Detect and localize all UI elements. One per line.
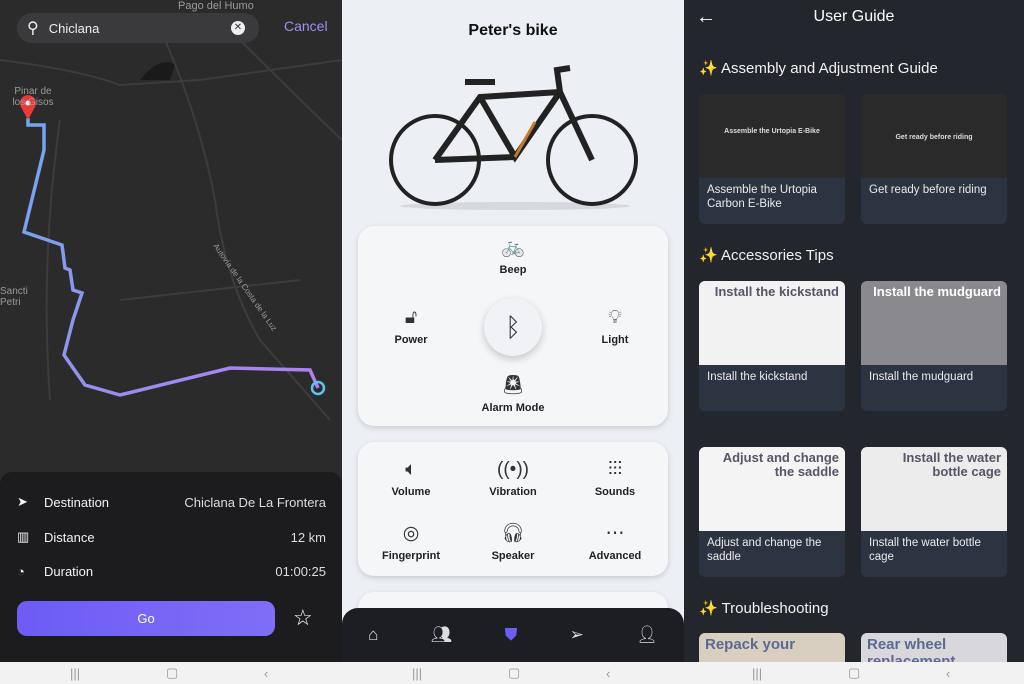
home-icon[interactable]: ⌂: [368, 625, 378, 645]
guide-card[interactable]: Adjust and change the saddle Adjust and c…: [699, 447, 845, 577]
light-button[interactable]: 💡︎ Light: [570, 306, 660, 346]
user-guide-screen: ← User Guide ✨ Assembly and Adjustment G…: [684, 0, 1024, 662]
recents-icon[interactable]: |||: [412, 666, 422, 681]
beep-button[interactable]: 🚲 Beep: [468, 236, 558, 276]
vibration-button[interactable]: ((•)) Vibration: [468, 458, 558, 498]
destination-row: ➤ Destination Chiclana De La Frontera: [17, 494, 326, 510]
recents-icon[interactable]: |||: [70, 666, 80, 681]
home-button-icon[interactable]: ▢: [166, 665, 178, 681]
cancel-button[interactable]: Cancel: [284, 18, 328, 34]
row-value: 12 km: [290, 529, 326, 545]
guide-card[interactable]: Install the mudguard Install the mudguard: [861, 281, 1007, 411]
map-icon: ▥: [17, 529, 30, 544]
guide-card[interactable]: Rear wheel replacement: [861, 633, 1007, 662]
vibration-icon: ((•)): [497, 459, 529, 480]
section-title: ✨ Troubleshooting: [699, 600, 829, 617]
lock-icon: 🔓︎: [404, 307, 418, 328]
navigation-arrow-icon: ➤: [17, 494, 28, 509]
power-label: Power: [394, 334, 428, 346]
row-value: Chiclana De La Frontera: [184, 494, 326, 510]
speaker-button[interactable]: 🎧︎ Speaker: [468, 522, 558, 562]
map-screen: Pago del Humo Pinar de los Gisos Sancti …: [0, 0, 342, 662]
map-label: Sancti Petri: [0, 286, 28, 308]
home-button-icon[interactable]: ▢: [848, 665, 860, 681]
bike-bell-icon: 🚲: [501, 237, 525, 258]
fingerprint-label: Fingerprint: [381, 550, 441, 562]
guide-card[interactable]: Repack your: [699, 633, 845, 662]
system-nav-bar: ||| ▢ ‹ ||| ▢ ‹ ||| ▢ ‹: [0, 662, 1024, 684]
fingerprint-button[interactable]: ◎ Fingerprint: [366, 522, 456, 562]
beep-label: Beep: [499, 264, 527, 276]
sounds-button[interactable]: ⫶⫶⫶ Sounds: [570, 458, 660, 498]
lightbulb-icon: 💡︎: [608, 307, 622, 328]
search-input[interactable]: Chiclana: [49, 21, 100, 36]
main-controls-card: 🚲 Beep 🔓︎ Power ᛒ 💡︎ Light 🚨︎ Alarm Mode: [358, 226, 668, 426]
back-icon[interactable]: ‹: [606, 666, 610, 681]
speaker-icon: 🔈︎: [405, 459, 417, 480]
back-icon[interactable]: ‹: [946, 666, 950, 681]
bike-image: [389, 65, 638, 210]
recents-icon[interactable]: |||: [752, 666, 762, 681]
back-icon[interactable]: ‹: [264, 666, 268, 681]
guide-card[interactable]: Get ready before riding Get ready before …: [861, 94, 1007, 224]
guide-card[interactable]: Install the water bottle cage Install the…: [861, 447, 1007, 577]
advanced-label: Advanced: [588, 550, 642, 562]
map-label: Pinar de los Gisos: [12, 86, 54, 108]
guide-card[interactable]: Install the kickstand Install the kicksta…: [699, 281, 845, 411]
search-icon: ⚲: [27, 20, 39, 37]
bike-control-screen: Peter's bike 🚲 Beep 🔓︎ Power ᛒ 💡︎ Light 🚨︎ A…: [342, 0, 684, 662]
row-label: Distance: [44, 529, 95, 545]
star-icon[interactable]: ☆: [293, 605, 313, 631]
bluetooth-button[interactable]: ᛒ: [484, 298, 542, 356]
route-info-sheet: ➤ Destination Chiclana De La Frontera ▥ Dis…: [0, 472, 342, 662]
row-label: Destination: [44, 494, 110, 510]
map-label: Pago del Humo: [178, 0, 254, 12]
section-title: ✨ Assembly and Adjustment Guide: [699, 60, 938, 77]
distance-row: ▥ Distance 12 km: [17, 529, 326, 545]
navigation-icon[interactable]: ➢: [570, 625, 584, 645]
profile-icon[interactable]: 👤︎: [636, 625, 658, 645]
alarm-label: Alarm Mode: [481, 402, 545, 414]
page-title: User Guide: [813, 8, 895, 25]
vibration-label: Vibration: [489, 486, 537, 498]
more-icon: ⋯: [605, 523, 625, 544]
fingerprint-icon: ◎: [402, 523, 420, 544]
section-title: ✨ Accessories Tips: [699, 247, 834, 264]
go-button[interactable]: Go: [17, 601, 275, 636]
equalizer-icon: ⫶⫶⫶: [607, 459, 623, 480]
map-view[interactable]: [0, 0, 342, 480]
page-title: Peter's bike: [468, 22, 558, 39]
power-button[interactable]: 🔓︎ Power: [366, 306, 456, 346]
speaker-label: Speaker: [491, 550, 535, 562]
home-button-icon[interactable]: ▢: [508, 665, 520, 681]
clear-icon[interactable]: ✕: [231, 21, 245, 35]
guide-card[interactable]: Assemble the Urtopia E-Bike Assemble the …: [699, 94, 845, 224]
headphones-icon: 🎧︎: [500, 523, 526, 544]
bluetooth-icon: ᛒ: [505, 312, 521, 342]
alarm-mode-button[interactable]: 🚨︎ Alarm Mode: [468, 374, 558, 414]
light-label: Light: [601, 334, 629, 346]
search-bar[interactable]: ⚲ Chiclana ✕: [17, 13, 259, 43]
clock-icon: ◔: [17, 564, 25, 579]
settings-card: 🔈︎ Volume ((•)) Vibration ⫶⫶⫶ Sounds ◎ Finge…: [358, 442, 668, 576]
sounds-label: Sounds: [594, 486, 636, 498]
alarm-icon: 🚨︎: [500, 375, 526, 396]
duration-row: ◔ Duration 01:00:25: [17, 564, 326, 579]
row-value: 01:00:25: [275, 564, 326, 579]
advanced-button[interactable]: ⋯ Advanced: [570, 522, 660, 562]
volume-button[interactable]: 🔈︎ Volume: [366, 458, 456, 498]
people-icon[interactable]: 👥︎: [431, 625, 453, 645]
bottom-nav: ⌂ 👥︎ ⛊ ➢ 👤︎: [342, 608, 684, 662]
row-label: Duration: [44, 564, 94, 579]
shield-icon[interactable]: ⛊: [505, 625, 518, 645]
volume-label: Volume: [391, 486, 431, 498]
